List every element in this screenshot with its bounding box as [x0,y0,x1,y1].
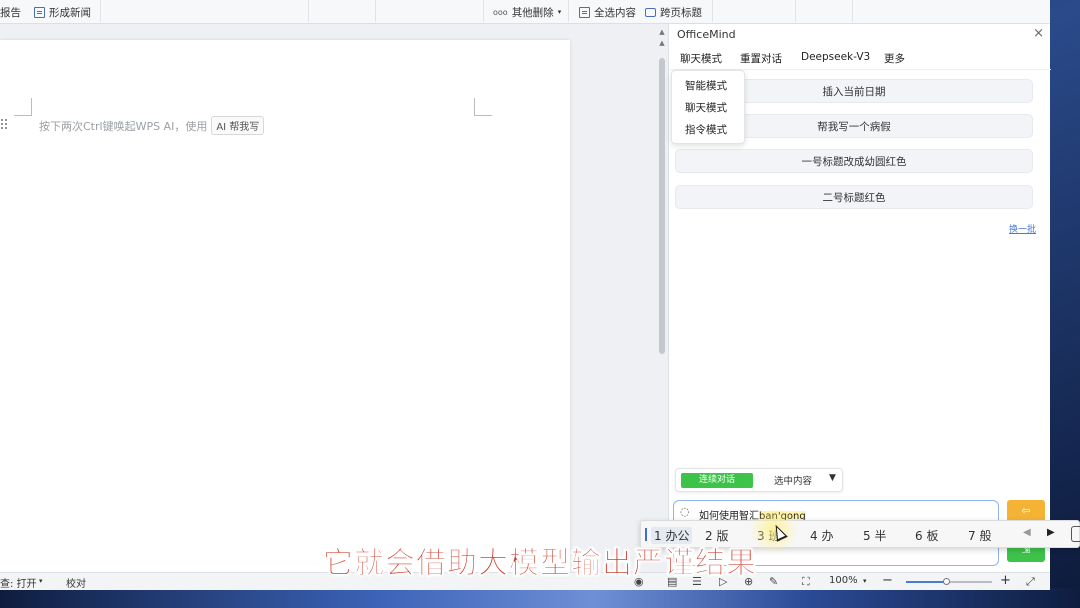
ime-candidate[interactable]: 5 半 [863,527,886,544]
select-all-label: 全选内容 [594,6,636,19]
scroll-up-icon[interactable]: ▲ [658,39,666,47]
pen-icon[interactable]: ✎ [769,575,778,588]
chevron-down-icon: ▾ [557,8,562,16]
select-all-icon [579,6,590,18]
tab-reset-chat[interactable]: 重置对话 [740,51,782,66]
layout-icon[interactable]: ▤ [667,575,677,588]
mode-dropdown-menu: 智能模式 聊天模式 指令模式 [671,70,745,144]
ime-next-icon[interactable]: ▶ [1047,527,1055,538]
ime-candidate[interactable]: 4 办 [810,527,833,544]
tab-more[interactable]: 更多 [884,51,905,66]
margin-corner-mark [474,98,492,116]
fullscreen-icon[interactable]: ⤢ [1026,575,1035,589]
ime-candidate[interactable]: 7 般 [968,527,991,544]
scroll-up-icon[interactable]: ▲ [658,28,666,36]
chevron-down-icon[interactable]: ▼ [829,473,836,483]
ribbon-divider [100,0,101,22]
doc-icon [34,6,45,18]
cross-page-icon [645,7,656,17]
ribbon-divider [483,0,484,22]
ai-hint-text: 按下两次Ctrl键唤起WPS AI，使用 [39,119,208,133]
chevron-down-icon[interactable]: ▾ [863,577,867,585]
margin-corner-mark [14,98,32,116]
document-scrollbar[interactable]: ▲ ▲ [656,28,668,572]
other-delete-label: 其他删除 [511,6,554,19]
officemind-panel: OfficeMind × 聊天模式 重置对话 Deepseek-V3 更多 插入… [668,24,1051,572]
scrollbar-thumb[interactable] [659,58,665,354]
zoom-level[interactable]: 100% [829,575,858,586]
eye-icon[interactable]: ◉ [634,575,644,588]
news-button[interactable]: 形成新闻 [34,4,91,20]
list-icon[interactable]: ☰ [692,575,702,588]
globe-icon[interactable]: ⊕ [744,575,753,588]
ai-write-chip[interactable]: AI 帮我写 [211,116,265,135]
chevron-down-icon[interactable]: ▾ [39,577,43,585]
cross-page-title-button[interactable]: 跨页标题 [645,4,702,20]
other-delete-button[interactable]: ooo 其他删除 ▾ [493,4,561,20]
status-bar: 查: 打开 ▾ 校对 ◉ ▤ ☰ ▷ ⊕ ✎ ⛶ 100% ▾ − + ⤢ [0,572,1050,590]
fit-icon[interactable]: ⛶ [802,575,810,589]
mode-item-smart[interactable]: 智能模式 [672,75,744,97]
report-button[interactable]: 报告 [0,4,21,20]
cross-page-label: 跨页标题 [660,6,702,19]
close-icon[interactable]: × [1033,26,1044,41]
news-label: 形成新闻 [49,6,91,19]
send-button[interactable]: ⇦ [1007,500,1045,522]
ime-prev-icon[interactable]: ◀ [1023,527,1031,538]
select-all-button[interactable]: 全选内容 [579,4,636,20]
drag-handle-icon[interactable] [0,118,8,130]
zoom-slider-fill [906,581,948,583]
spellcheck-status[interactable]: 查: 打开 [0,575,37,590]
ribbon-divider [852,0,853,22]
ime-candidate[interactable]: 1 办公 [651,527,693,544]
ribbon-divider [568,0,569,22]
ribbon-divider [712,0,713,22]
ribbon-toolbar: 报告 形成新闻 ooo 其他删除 ▾ 全选内容 跨页标题 [0,0,1050,24]
refresh-suggestions-link[interactable]: 换一批 [1009,222,1036,235]
document-page[interactable]: 按下两次Ctrl键唤起WPS AI，使用 AI 帮我写 [0,40,570,580]
play-icon[interactable]: ▷ [719,575,727,588]
ime-candidate[interactable]: 6 板 [915,527,938,544]
context-selector: 连续对话 选中内容 ▼ [675,468,843,492]
zoom-out-icon[interactable]: − [882,573,893,588]
tab-chat-mode[interactable]: 聊天模式 [680,51,722,66]
desktop-wallpaper-swirl [0,588,1080,608]
send-icon: ⇦ [1021,504,1031,517]
panel-title: OfficeMind [677,28,736,41]
zoom-slider-handle[interactable] [943,578,951,585]
proofread-button[interactable]: 校对 [66,575,86,590]
wps-window: 报告 形成新闻 ooo 其他删除 ▾ 全选内容 跨页标题 按下两次Ctrl键唤起… [0,0,1051,590]
ime-candidate[interactable]: 2 版 [705,527,728,544]
zoom-slider[interactable] [906,578,992,585]
dots-icon: ooo [493,7,508,17]
context-select-label[interactable]: 选中内容 [774,473,812,487]
ai-hint: 按下两次Ctrl键唤起WPS AI，使用 AI 帮我写 [39,116,265,135]
report-label: 报告 [0,6,21,19]
tab-model-select[interactable]: Deepseek-V3 [801,51,870,63]
ime-caret [645,528,647,541]
document-area: 按下两次Ctrl键唤起WPS AI，使用 AI 帮我写 [0,24,668,580]
ribbon-divider [308,0,309,22]
panel-tabs: 聊天模式 重置对话 Deepseek-V3 更多 [669,46,1051,70]
ime-toolbox-icon[interactable] [1071,526,1080,542]
zoom-in-icon[interactable]: + [1000,573,1011,588]
continuous-chat-toggle[interactable]: 连续对话 [681,473,753,488]
ribbon-divider [375,0,376,22]
ribbon-divider [795,0,796,22]
suggestion-button[interactable]: 二号标题红色 [675,185,1033,209]
suggestion-button[interactable]: 一号标题改成幼圆红色 [675,149,1033,173]
chat-bubble-icon: ◌ [680,505,690,518]
mode-item-chat[interactable]: 聊天模式 [672,97,744,119]
ime-candidate-bar: 1 办公 2 版 3 班 4 办 5 半 6 板 7 般 ◀ ▶ [640,520,1080,548]
mode-item-command[interactable]: 指令模式 [672,119,744,141]
ai-chip-label: AI 帮我写 [216,122,260,133]
